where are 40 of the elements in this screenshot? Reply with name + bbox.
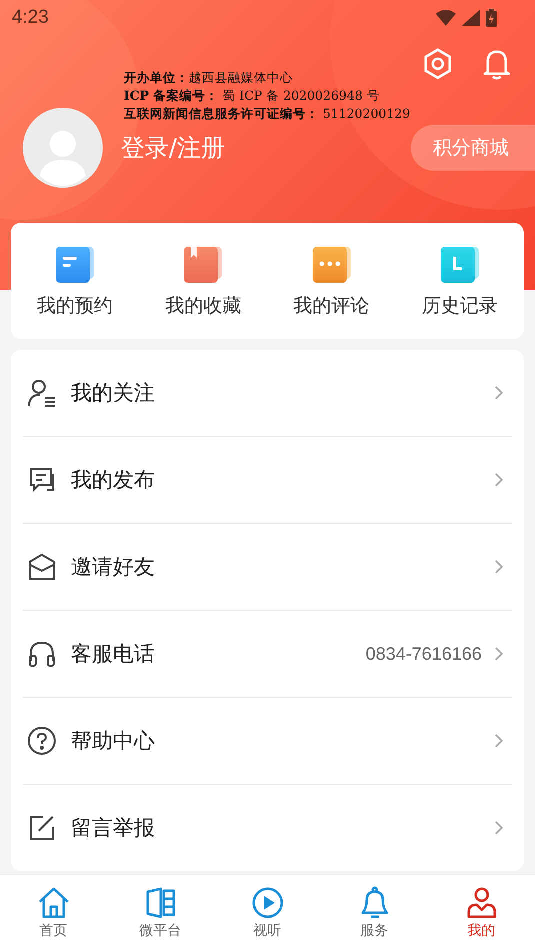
license-line: ICP 备案编号： 蜀 ICP 备 2020026948 号 [124,87,381,105]
phone-number: 0834-7616166 [366,644,482,664]
signal-icon [462,10,480,26]
battery-icon [486,9,497,27]
shortcut-item[interactable]: 我的收藏 [139,243,268,319]
menu-row[interactable]: 帮助中心 [23,698,512,785]
help-icon [27,726,57,756]
status-time: 4:23 [12,7,49,29]
chat-icon [27,465,57,495]
headset-icon [27,639,57,669]
envelope-icon [27,552,57,582]
menu-row[interactable]: 我的发布 [23,437,512,524]
edit-icon [27,813,57,843]
avatar-icon[interactable] [23,108,103,188]
chevron-right-icon [494,733,504,749]
chevron-right-icon [494,559,504,575]
license-line: 互联网新闻信息服务许可证编号： 51120200129 [124,105,410,123]
chevron-right-icon [494,472,504,488]
chevron-right-icon [494,385,504,401]
menu-row[interactable]: 邀请好友 [23,524,512,611]
tab-bar-item[interactable]: 首页 [0,875,107,951]
shortcut-item[interactable]: 历史记录 [396,243,524,319]
tab-bar-item[interactable]: 微平台 [107,875,214,951]
shortcut-item[interactable]: 我的评论 [268,243,396,319]
tab-bar-item[interactable]: 视听 [214,875,321,951]
wifi-icon [436,10,456,26]
tab-bar-item[interactable]: 服务 [321,875,428,951]
shortcut-item[interactable]: 我的预约 [11,243,140,319]
menu-row[interactable]: 客服电话 0834-7616166 [23,611,512,698]
chevron-right-icon [494,820,504,836]
chevron-right-icon [494,646,504,662]
notification-bell-icon[interactable] [483,48,511,80]
license-line: 开办单位：越西县融媒体中心 [124,69,294,87]
home-icon [36,886,70,920]
menu-row[interactable]: 我的关注 [23,350,512,437]
menu-row[interactable]: 留言举报 [23,785,512,871]
play-icon [250,886,284,920]
person-list-icon [27,378,57,408]
settings-icon[interactable] [423,48,453,80]
tab-bar-item[interactable]: 我的 [428,875,535,951]
